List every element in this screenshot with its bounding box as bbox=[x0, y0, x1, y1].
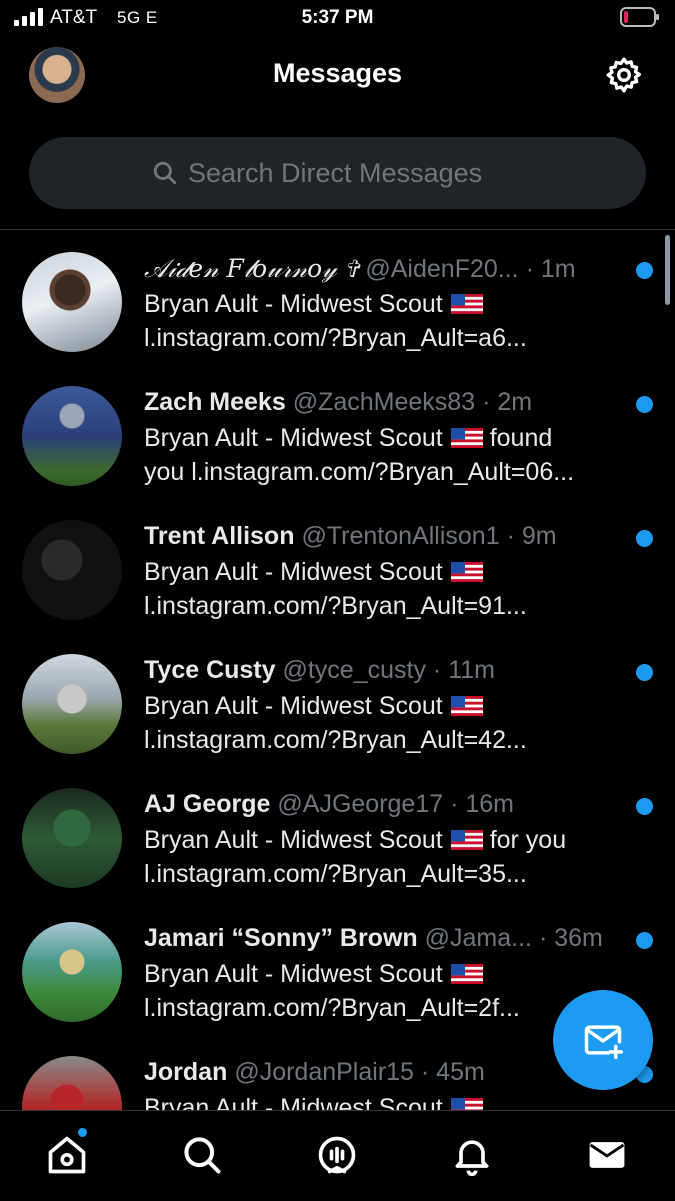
unread-indicator bbox=[636, 396, 653, 413]
avatar[interactable] bbox=[22, 520, 122, 620]
us-flag-icon bbox=[450, 964, 483, 984]
message-preview-suffix: found bbox=[489, 424, 553, 452]
unread-indicator bbox=[636, 798, 653, 815]
sender-handle: @ZachMeeks83 bbox=[292, 388, 476, 416]
message-preview: Bryan Ault - Midwest Scout bbox=[144, 960, 443, 988]
avatar[interactable] bbox=[22, 386, 122, 486]
home-notification-dot bbox=[78, 1128, 87, 1137]
sender-name: Trent Allison bbox=[144, 522, 295, 550]
message-preview: Bryan Ault - Midwest Scout bbox=[144, 424, 443, 452]
status-bar: AT&T 5G E 5:37 PM bbox=[0, 0, 675, 38]
unread-indicator bbox=[636, 530, 653, 547]
timestamp: · 11m bbox=[432, 656, 495, 684]
sender-name: Tyce Custy bbox=[144, 656, 276, 684]
message-preview: Bryan Ault - Midwest Scout bbox=[144, 558, 443, 586]
unread-indicator bbox=[636, 932, 653, 949]
unread-indicator bbox=[636, 664, 653, 681]
timestamp: · 2m bbox=[482, 388, 533, 416]
message-preview: Bryan Ault - Midwest Scout bbox=[144, 290, 443, 318]
bottom-nav bbox=[0, 1110, 675, 1201]
us-flag-icon bbox=[450, 294, 483, 314]
us-flag-icon bbox=[450, 696, 483, 716]
us-flag-icon bbox=[450, 830, 483, 850]
home-icon[interactable] bbox=[45, 1133, 89, 1177]
sender-handle: @JordanPlair15 bbox=[234, 1058, 414, 1086]
new-message-icon bbox=[584, 1025, 624, 1060]
avatar[interactable] bbox=[22, 788, 122, 888]
scrollbar[interactable] bbox=[665, 235, 670, 305]
unread-indicator bbox=[636, 262, 653, 279]
sender-name: Zach Meeks bbox=[144, 388, 286, 416]
new-message-button[interactable] bbox=[553, 990, 653, 1090]
gear-icon[interactable] bbox=[604, 55, 644, 95]
avatar[interactable] bbox=[22, 922, 122, 1022]
spaces-icon[interactable] bbox=[315, 1133, 359, 1177]
us-flag-icon bbox=[450, 562, 483, 582]
sender-handle: @tyce_custy bbox=[282, 656, 426, 684]
message-link: l.instagram.com/?Bryan_Ault=42... bbox=[144, 726, 527, 754]
page-title: Messages bbox=[272, 58, 403, 88]
us-flag-icon bbox=[450, 428, 483, 448]
conversation-row[interactable]: Tyce Custy @tyce_custy · 11m Bryan Ault … bbox=[0, 632, 675, 766]
avatar[interactable] bbox=[22, 252, 122, 352]
timestamp: · 9m bbox=[506, 522, 557, 550]
sender-name: Jordan bbox=[144, 1058, 228, 1086]
battery-icon bbox=[620, 7, 659, 27]
conversation-list[interactable]: 𝒜𝒾𝒹𝑒𝓃 𝐹𝓁𝑜𝓊𝓇𝓃𝑜𝓎 ✞ @AidenF20... · 1m Bryan… bbox=[0, 230, 675, 1110]
timestamp: · 45m bbox=[420, 1058, 485, 1086]
message-link: l.instagram.com/?Bryan_Ault=a6... bbox=[144, 324, 527, 352]
sender-handle: @Jama... bbox=[424, 924, 532, 952]
message-preview: Bryan Ault - Midwest Scout bbox=[144, 692, 443, 720]
sender-handle: @TrentonAllison1 bbox=[301, 522, 500, 550]
sender-name: Jamari “Sonny” Brown bbox=[144, 924, 418, 952]
message-link: you l.instagram.com/?Bryan_Ault=06... bbox=[144, 458, 575, 486]
timestamp: · 36m bbox=[538, 924, 603, 952]
sender-handle: @AidenF20... bbox=[365, 255, 519, 283]
avatar[interactable] bbox=[22, 654, 122, 754]
us-flag-icon bbox=[450, 1098, 483, 1110]
search-bar[interactable] bbox=[29, 137, 646, 209]
sender-name: 𝒜𝒾𝒹𝑒𝓃 𝐹𝓁𝑜𝓊𝓇𝓃𝑜𝓎 ✞ bbox=[144, 254, 359, 283]
conversation-row[interactable]: Zach Meeks @ZachMeeks83 · 2m Bryan Ault … bbox=[0, 364, 675, 498]
message-link: l.instagram.com/?Bryan_Ault=91... bbox=[144, 592, 527, 620]
search-icon bbox=[153, 161, 177, 185]
sender-handle: @AJGeorge17 bbox=[277, 790, 444, 818]
message-link: l.instagram.com/?Bryan_Ault=35... bbox=[144, 860, 527, 888]
clock: 5:37 PM bbox=[301, 7, 374, 28]
header: Messages bbox=[0, 38, 675, 118]
message-preview: Bryan Ault - Midwest Scout bbox=[144, 1094, 443, 1110]
timestamp: · 1m bbox=[525, 255, 576, 283]
sender-name: AJ George bbox=[144, 790, 271, 818]
search-input[interactable] bbox=[188, 157, 523, 189]
message-preview: Bryan Ault - Midwest Scout bbox=[144, 826, 443, 854]
bell-icon[interactable] bbox=[450, 1133, 494, 1177]
conversation-row[interactable]: AJ George @AJGeorge17 · 16m Bryan Ault -… bbox=[0, 766, 675, 900]
avatar[interactable] bbox=[22, 1056, 122, 1110]
message-preview-suffix: for you bbox=[489, 826, 567, 854]
conversation-row[interactable]: Trent Allison @TrentonAllison1 · 9m Brya… bbox=[0, 498, 675, 632]
conversation-row[interactable]: 𝒜𝒾𝒹𝑒𝓃 𝐹𝓁𝑜𝓊𝓇𝓃𝑜𝓎 ✞ @AidenF20... · 1m Bryan… bbox=[0, 230, 675, 364]
timestamp: · 16m bbox=[450, 790, 514, 818]
search-icon[interactable] bbox=[180, 1133, 224, 1177]
mail-icon[interactable] bbox=[585, 1133, 629, 1177]
